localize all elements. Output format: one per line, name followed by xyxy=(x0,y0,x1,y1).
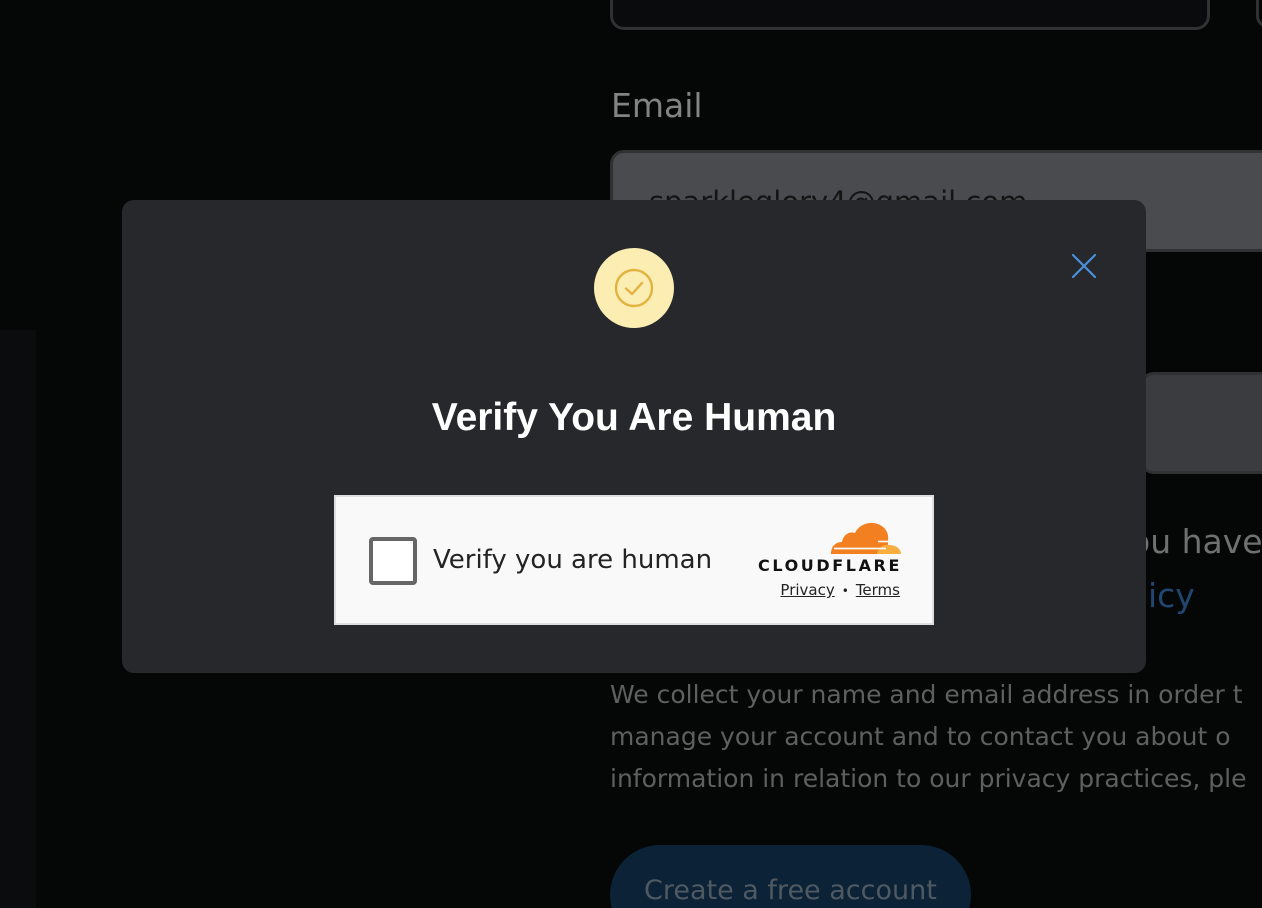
previous-input-field[interactable] xyxy=(610,0,1210,30)
create-account-button-label: Create a free account xyxy=(644,875,937,906)
verify-human-modal: Verify You Are Human Verify you are huma… xyxy=(122,200,1146,673)
verification-badge xyxy=(594,248,674,328)
page: Email sparkleglory4@gmail.com ou have ic… xyxy=(0,0,1262,908)
privacy-link[interactable]: Privacy xyxy=(780,581,834,599)
modal-title: Verify You Are Human xyxy=(431,396,837,439)
agreement-text: ou have xyxy=(1130,522,1262,561)
password-field[interactable] xyxy=(1140,372,1262,474)
link-separator: • xyxy=(841,584,849,598)
cloudflare-links: Privacy • Terms xyxy=(780,581,900,599)
privacy-info-line: manage your account and to contact you a… xyxy=(610,722,1231,751)
privacy-info-line: information in relation to our privacy p… xyxy=(610,764,1247,793)
turnstile-widget: Verify you are human CLOUDFLARE Privacy •… xyxy=(334,495,934,625)
close-button[interactable] xyxy=(1068,250,1100,282)
cloudflare-wordmark: CLOUDFLARE xyxy=(758,556,902,575)
verify-checkbox-label[interactable]: Verify you are human xyxy=(433,545,712,575)
terms-link[interactable]: Terms xyxy=(856,581,900,599)
cloudflare-logo: CLOUDFLARE xyxy=(754,521,904,575)
email-label: Email xyxy=(611,86,703,125)
cloudflare-cloud-icon xyxy=(831,522,901,554)
check-circle-icon xyxy=(614,268,654,308)
privacy-info-text: We collect your name and email address i… xyxy=(610,674,1262,800)
create-account-button[interactable]: Create a free account xyxy=(610,845,971,908)
previous-input-field-edge[interactable] xyxy=(1256,0,1262,28)
background-sidebar-strip xyxy=(0,330,36,908)
privacy-info-line: We collect your name and email address i… xyxy=(610,680,1243,709)
close-icon xyxy=(1071,253,1097,279)
verify-checkbox[interactable] xyxy=(369,537,417,585)
privacy-policy-link[interactable]: icy xyxy=(1148,576,1195,615)
